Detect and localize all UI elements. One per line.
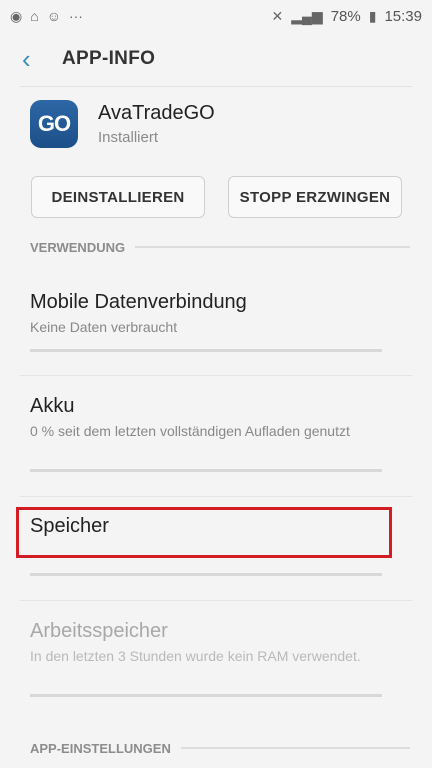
status-right: ✕ ▂▄▆ 78% ▮ 15:39 [272,8,422,25]
item-title: Akku [30,395,75,417]
app-summary: GO AvaTradeGO Installiert [30,100,215,148]
usage-bar-battery [30,469,382,472]
list-item-battery[interactable]: Akku 0 % seit dem letzten vollständigen … [30,395,390,441]
section-header-app-settings: APP-EINSTELLUNGEN [30,738,410,758]
divider [20,600,412,601]
status-bar: ◉ ⌂ ☺ ··· ✕ ▂▄▆ 78% ▮ 15:39 [0,0,432,32]
list-item-memory[interactable]: Arbeitsspeicher In den letzten 3 Stunden… [30,620,390,666]
section-header-usage: VERWENDUNG [30,237,410,257]
app-bar: ‹ APP-INFO [0,32,432,86]
battery-percent: 78% [330,7,361,25]
force-stop-button[interactable]: STOPP ERZWINGEN [228,176,402,218]
divider [20,496,412,497]
more-notifications-icon: ··· [68,8,83,24]
header-divider [20,86,412,87]
usage-bar-mobile-data [30,349,382,352]
item-subtitle: 0 % seit dem letzten vollständigen Aufla… [30,423,350,439]
mute-icon: ✕ [271,7,284,24]
section-rule [135,246,410,248]
whatsapp-icon: ◉ [10,7,23,24]
message-icon: ☺ [46,8,61,24]
uninstall-button[interactable]: DEINSTALLIEREN [31,176,205,218]
signal-icon: ▂▄▆ [291,7,323,24]
section-rule [180,747,410,749]
clock: 15:39 [384,7,422,25]
page-title: APP-INFO [62,48,156,69]
app-name: AvaTradeGO [98,102,215,124]
list-item-mobile-data[interactable]: Mobile Datenverbindung Keine Daten verbr… [30,291,390,337]
highlight-box [16,507,392,558]
battery-icon: ▮ [368,7,377,24]
app-install-status: Installiert [98,129,159,146]
item-title: Mobile Datenverbindung [30,291,247,313]
app-meta: AvaTradeGO Installiert [98,102,215,146]
back-arrow-icon[interactable]: ‹ [22,46,62,72]
usage-bar-storage [30,573,382,576]
app-icon: GO [30,100,78,148]
usage-bar-memory [30,694,382,697]
item-subtitle: Keine Daten verbraucht [30,319,178,335]
status-left: ◉ ⌂ ☺ ··· [10,8,83,25]
item-subtitle: In den letzten 3 Stunden wurde kein RAM … [30,648,361,664]
section-label-app-settings: APP-EINSTELLUNGEN [30,740,171,756]
divider [20,375,412,376]
section-label-usage: VERWENDUNG [30,239,126,255]
item-title: Arbeitsspeicher [30,620,168,642]
cleaner-icon: ⌂ [30,8,39,24]
